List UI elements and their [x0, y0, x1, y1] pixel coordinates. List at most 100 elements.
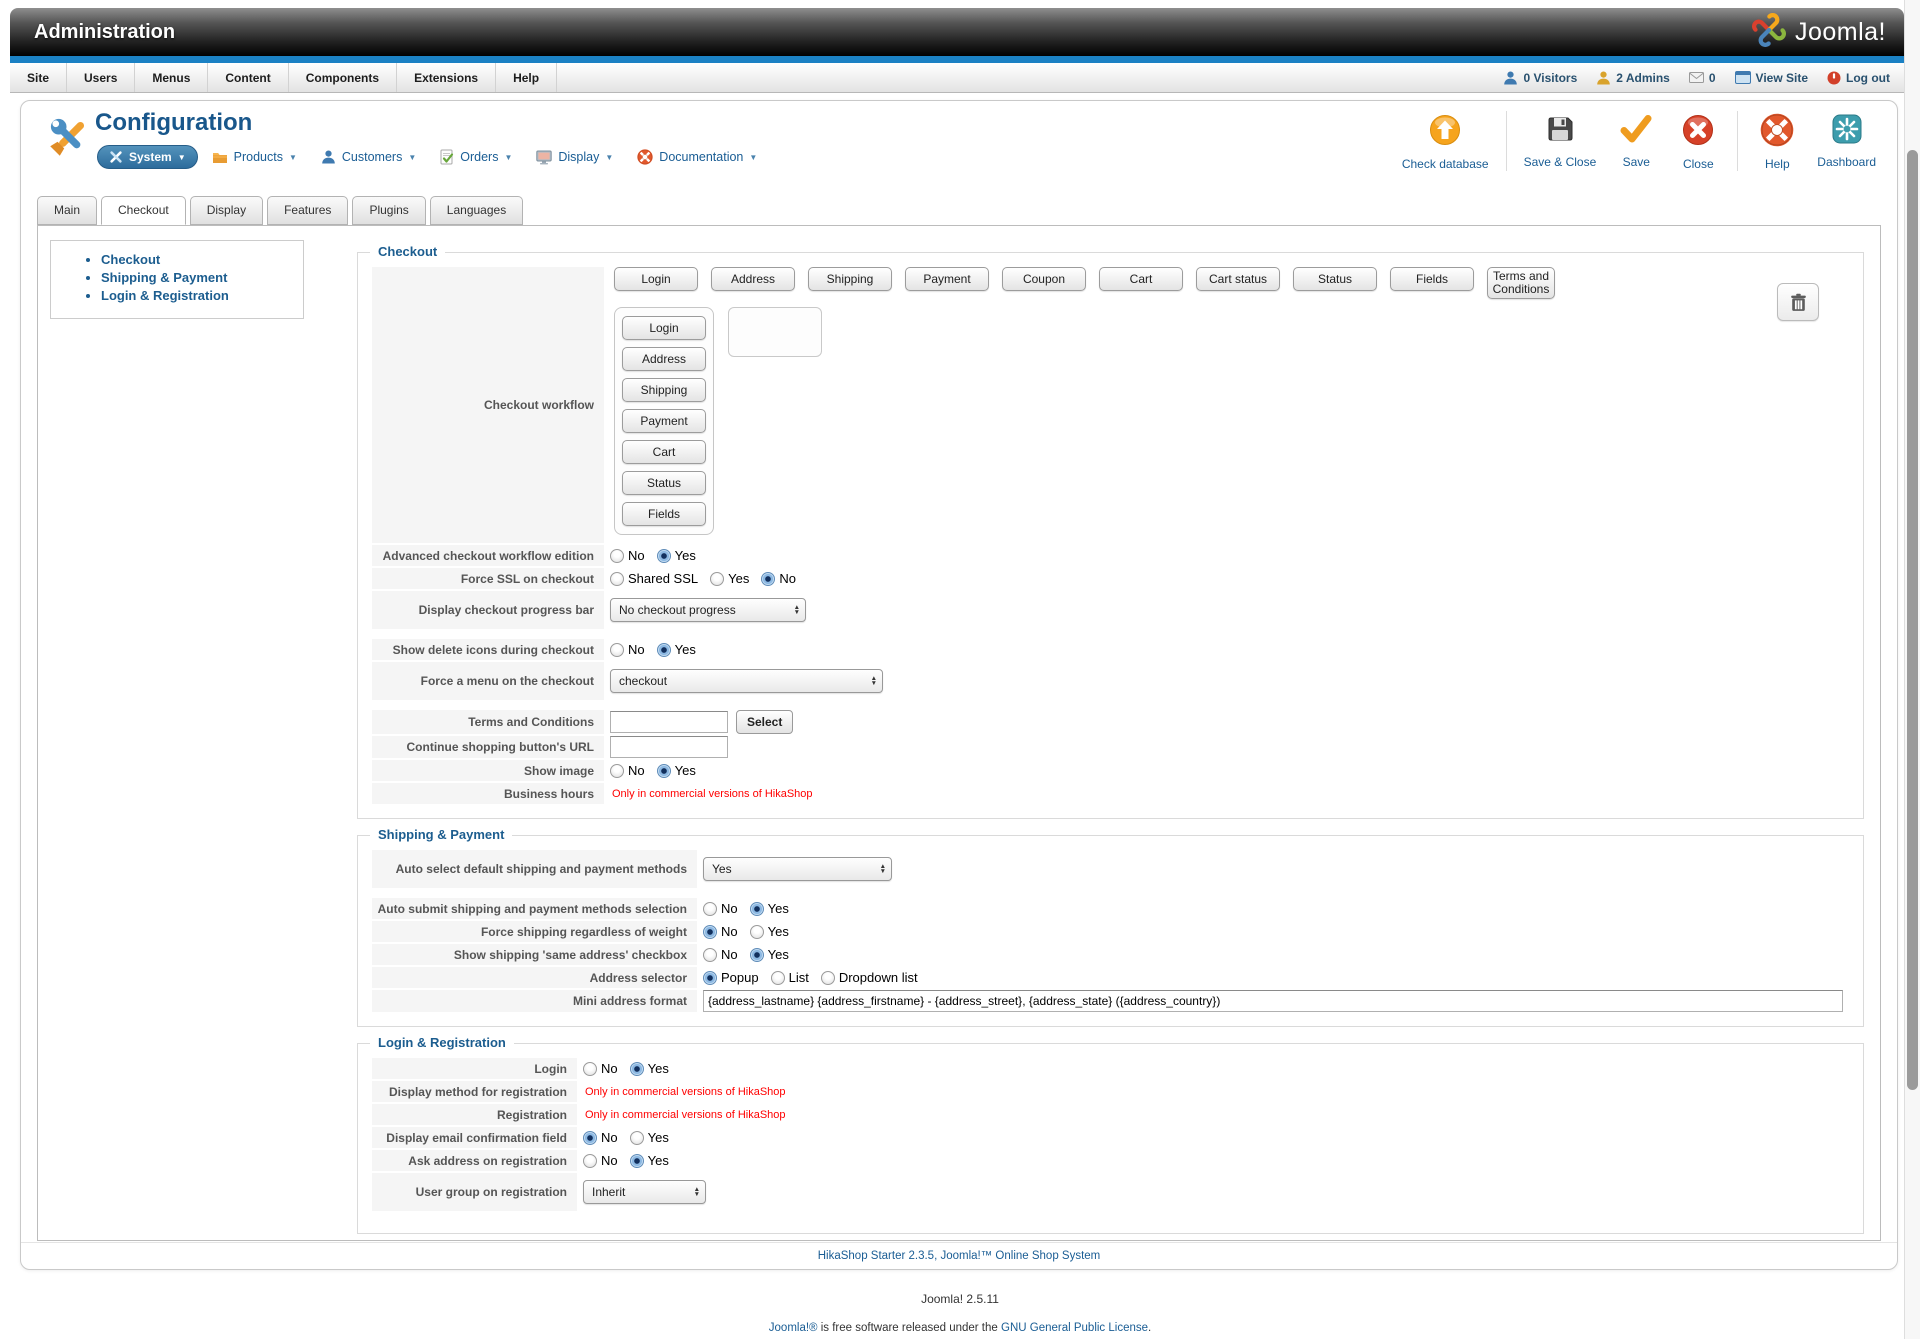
workflow-selected-cart[interactable]: Cart — [622, 440, 706, 464]
component-menu-system[interactable]: System▼ — [97, 145, 198, 169]
radio-option-no[interactable]: No — [610, 642, 645, 657]
select-button[interactable]: Select — [736, 710, 793, 734]
admins-icon — [1596, 71, 1611, 85]
menubar-item-users[interactable]: Users — [67, 63, 135, 92]
radio-icon — [583, 1062, 597, 1076]
radio-option-shared-ssl[interactable]: Shared SSL — [610, 571, 698, 586]
workflow-available-status[interactable]: Status — [1293, 267, 1377, 291]
toolbar-close-button[interactable]: Close — [1667, 107, 1729, 175]
tab-main[interactable]: Main — [37, 196, 97, 225]
select-no-checkout-progress[interactable]: No checkout progress▲▼ — [610, 598, 806, 622]
radio-option-dropdown-list[interactable]: Dropdown list — [821, 970, 918, 985]
input-terms-and-conditions[interactable] — [610, 711, 728, 733]
menubar-item-site[interactable]: Site — [10, 63, 67, 92]
radio-option-no[interactable]: No — [610, 548, 645, 563]
toolbar-dashboard-button[interactable]: Dashboard — [1808, 107, 1885, 175]
radio-option-no[interactable]: No — [703, 947, 738, 962]
gnu-license-link[interactable]: GNU General Public License — [1001, 1322, 1148, 1334]
workflow-selected-fields[interactable]: Fields — [622, 502, 706, 526]
workflow-available-payment[interactable]: Payment — [905, 267, 989, 291]
radio-option-no[interactable]: No — [761, 571, 796, 586]
component-menu-customers[interactable]: Customers▼ — [311, 146, 426, 168]
menubar-item-components[interactable]: Components — [289, 63, 397, 92]
radio-option-no[interactable]: No — [610, 763, 645, 778]
menubar-item-help[interactable]: Help — [496, 63, 557, 92]
radio-option-no[interactable]: No — [703, 924, 738, 939]
workflow-available-cart-status[interactable]: Cart status — [1196, 267, 1280, 291]
component-menu-orders[interactable]: Orders▼ — [430, 145, 522, 169]
radio-option-yes[interactable]: Yes — [750, 924, 789, 939]
menubar-item-extensions[interactable]: Extensions — [397, 63, 496, 92]
workflow-available-fields[interactable]: Fields — [1390, 267, 1474, 291]
joomla-license-link[interactable]: Joomla!® — [769, 1322, 818, 1334]
workflow-available-login[interactable]: Login — [614, 267, 698, 291]
workflow-available-coupon[interactable]: Coupon — [1002, 267, 1086, 291]
input-continue-shopping-button-s-url[interactable] — [610, 736, 728, 758]
tab-plugins[interactable]: Plugins — [352, 196, 425, 225]
workflow-selected-address[interactable]: Address — [622, 347, 706, 371]
radio-option-yes[interactable]: Yes — [630, 1130, 669, 1145]
tab-languages[interactable]: Languages — [430, 196, 523, 225]
radio-option-popup[interactable]: Popup — [703, 970, 759, 985]
workflow-available-terms-and-conditions[interactable]: Terms and Conditions — [1487, 267, 1555, 299]
system-icon — [109, 150, 123, 164]
workflow-selected-shipping[interactable]: Shipping — [622, 378, 706, 402]
form-row-continue-shopping-button-s-url: Continue shopping button's URL — [372, 736, 1849, 758]
tab-checkout[interactable]: Checkout — [101, 196, 186, 225]
field-label: Business hours — [372, 783, 604, 804]
status-view-site[interactable]: View Site — [1735, 71, 1808, 85]
radio-option-no[interactable]: No — [583, 1061, 618, 1076]
radio-option-yes[interactable]: Yes — [750, 947, 789, 962]
select-checkout[interactable]: checkout▲▼ — [610, 669, 883, 693]
workflow-selected-login[interactable]: Login — [622, 316, 706, 340]
quicklink-checkout[interactable]: Checkout — [101, 252, 160, 267]
radio-option-yes[interactable]: Yes — [750, 901, 789, 916]
radio-option-no[interactable]: No — [583, 1153, 618, 1168]
radio-option-yes[interactable]: Yes — [657, 548, 696, 563]
workflow-selected-payment[interactable]: Payment — [622, 409, 706, 433]
component-menu-display[interactable]: Display▼ — [526, 146, 623, 169]
close-icon — [1681, 113, 1715, 152]
toolbar-help-button[interactable]: Help — [1746, 107, 1808, 175]
radio-option-yes[interactable]: Yes — [630, 1061, 669, 1076]
tab-features[interactable]: Features — [267, 196, 348, 225]
toolbar-save-close-button[interactable]: Save & Close — [1515, 107, 1606, 175]
form-row-business-hours: Business hoursOnly in commercial version… — [372, 783, 1849, 804]
radio-label: Yes — [768, 901, 789, 916]
form-row-display-method-for-registration: Display method for registrationOnly in c… — [372, 1081, 1849, 1102]
radio-option-no[interactable]: No — [583, 1130, 618, 1145]
component-menu-products[interactable]: Products▼ — [202, 146, 307, 168]
menubar-item-menus[interactable]: Menus — [135, 63, 208, 92]
delete-workflow-button[interactable] — [1777, 283, 1819, 321]
select-inherit[interactable]: Inherit▲▼ — [583, 1180, 706, 1204]
status-0-visitors[interactable]: 0 Visitors — [1503, 71, 1577, 85]
radio-option-yes[interactable]: Yes — [630, 1153, 669, 1168]
radio-option-yes[interactable]: Yes — [657, 642, 696, 657]
quicklink-shipping-payment[interactable]: Shipping & Payment — [101, 270, 227, 285]
status-0[interactable]: 0 — [1689, 71, 1716, 85]
radio-option-list[interactable]: List — [771, 970, 809, 985]
field-label: Show image — [372, 760, 604, 781]
input-mini-address-format[interactable] — [703, 990, 1843, 1012]
menubar-item-content[interactable]: Content — [208, 63, 288, 92]
license-period: . — [1148, 1322, 1151, 1334]
workflow-available-shipping[interactable]: Shipping — [808, 267, 892, 291]
status-log-out[interactable]: Log out — [1827, 71, 1890, 85]
workflow-available-cart[interactable]: Cart — [1099, 267, 1183, 291]
workflow-drop-slot[interactable] — [728, 307, 822, 357]
status-2-admins[interactable]: 2 Admins — [1596, 71, 1670, 85]
radio-option-yes[interactable]: Yes — [657, 763, 696, 778]
component-menu-documentation[interactable]: Documentation▼ — [627, 145, 767, 169]
tab-display[interactable]: Display — [190, 196, 263, 225]
quicklink-login-registration[interactable]: Login & Registration — [101, 288, 229, 303]
workflow-selected-status[interactable]: Status — [622, 471, 706, 495]
radio-option-yes[interactable]: Yes — [710, 571, 749, 586]
toolbar-check-database-button[interactable]: Check database — [1393, 107, 1498, 175]
workflow-available-address[interactable]: Address — [711, 267, 795, 291]
select-yes[interactable]: Yes▲▼ — [703, 857, 892, 881]
select-arrows-icon: ▲▼ — [794, 605, 800, 615]
hikashop-footer-link[interactable]: HikaShop Starter 2.3.5, Joomla!™ Online … — [818, 1250, 1101, 1262]
scrollbar-thumb[interactable] — [1907, 150, 1918, 1090]
radio-option-no[interactable]: No — [703, 901, 738, 916]
toolbar-save-button[interactable]: Save — [1605, 107, 1667, 175]
